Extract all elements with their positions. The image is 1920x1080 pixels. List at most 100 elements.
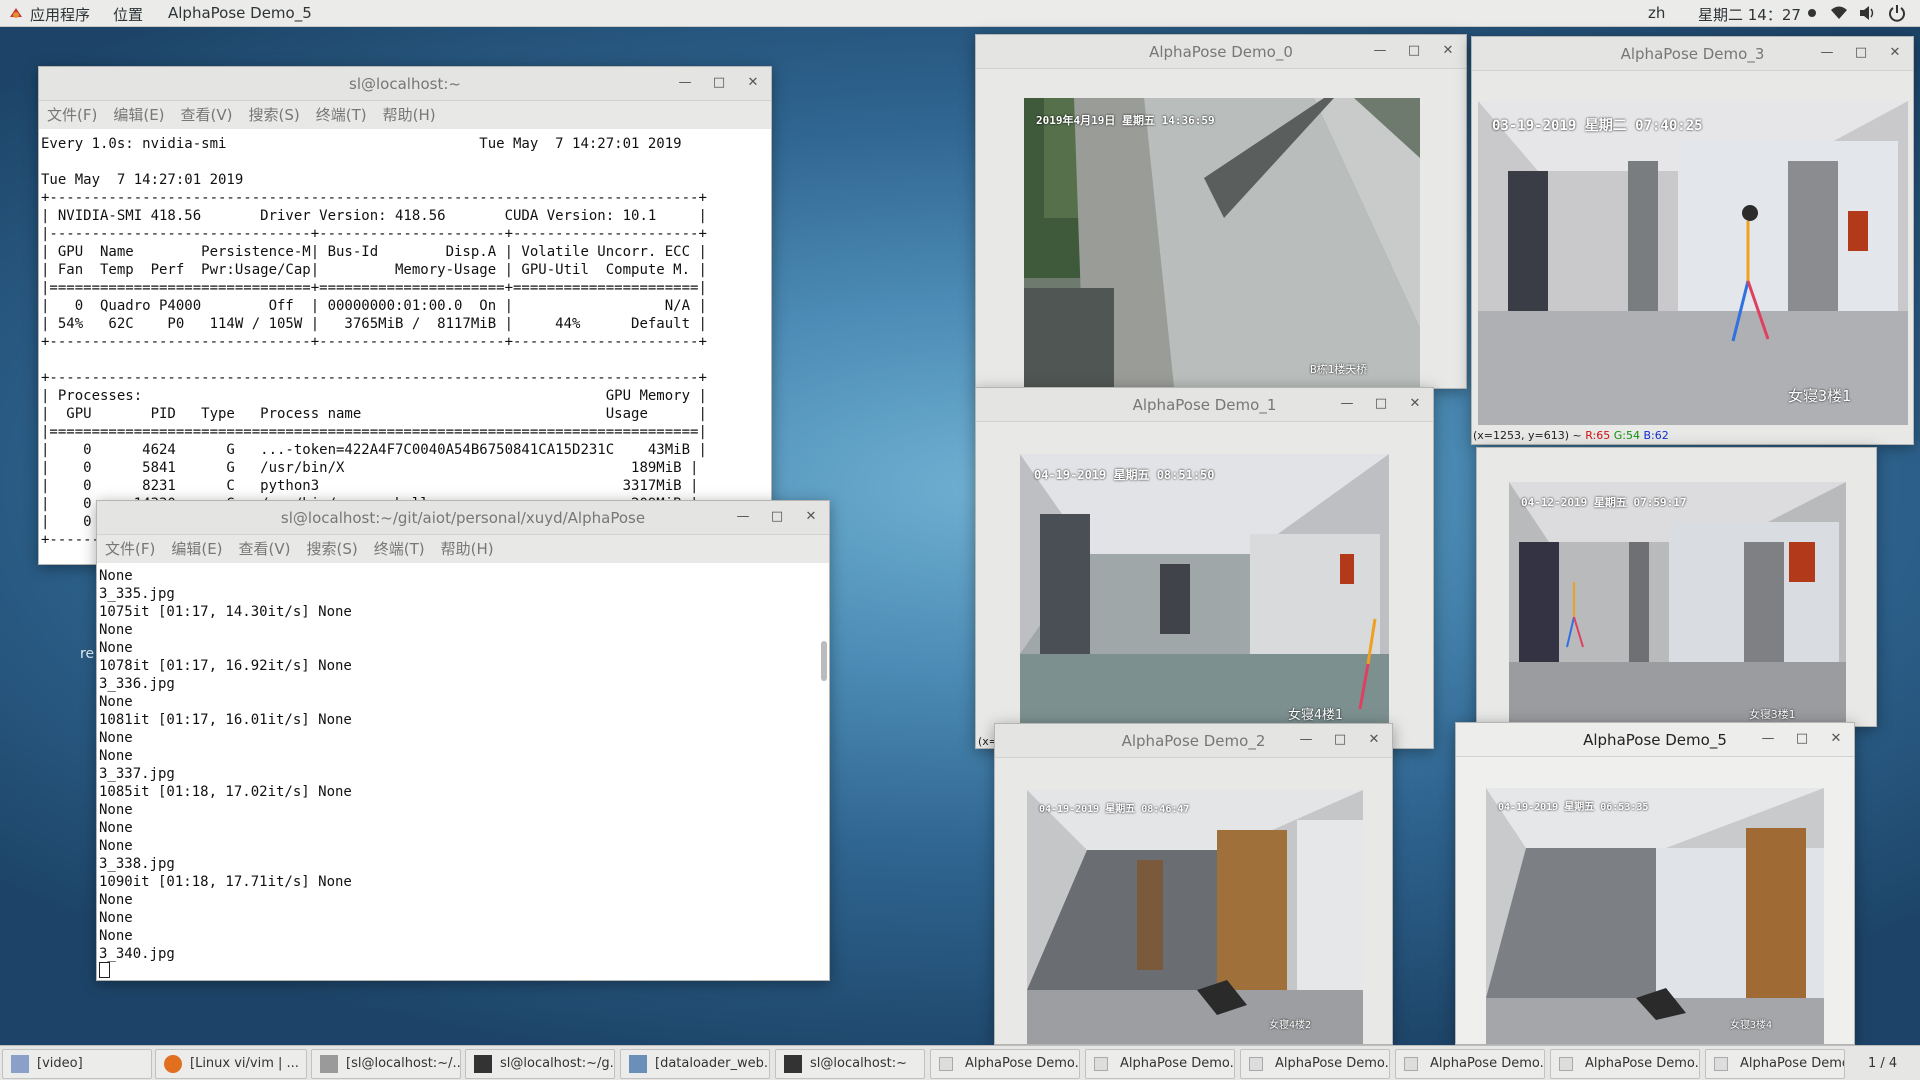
taskbar-item[interactable]: [sl@localhost:~/... xyxy=(311,1049,461,1079)
scrollbar[interactable] xyxy=(821,641,827,681)
workspace-pager[interactable]: 1 / 4 xyxy=(1868,1056,1897,1071)
taskbar-item[interactable]: AlphaPose Demo... xyxy=(930,1049,1080,1079)
maximize-icon[interactable]: □ xyxy=(1851,45,1871,60)
alphapose-demo-3-window[interactable]: AlphaPose Demo_3 — □ ✕ 03-19-2019 星期二 07:4… xyxy=(1471,36,1914,445)
title-bar[interactable]: sl@localhost:~ — □ ✕ xyxy=(39,67,771,101)
camera-timestamp: 04-12-2019 星期五 07:59:17 xyxy=(1521,496,1687,509)
terminal-line: | 0 4624 G ...-token=422A4F7C0040A54B675… xyxy=(41,442,707,458)
terminal-line: None xyxy=(99,748,133,764)
taskbar-item[interactable]: AlphaPose Demo... xyxy=(1240,1049,1390,1079)
alphapose-demo-5-window[interactable]: AlphaPose Demo_5 — □ ✕ 04-19-2019 星期五 06:5… xyxy=(1455,722,1855,1045)
camera-frame: 04-19-2019 星期五 06:53:35 女寝3楼4 xyxy=(1486,788,1824,1044)
terminal-output[interactable]: Every 1.0s: nvidia-smi Tue May 7 14:27:0… xyxy=(39,129,771,564)
menu-item[interactable]: 文件(F) xyxy=(105,540,155,558)
maximize-icon[interactable]: □ xyxy=(1371,396,1391,411)
minimize-icon[interactable]: — xyxy=(675,75,695,90)
menu-item[interactable]: 终端(T) xyxy=(374,540,425,558)
terminal-line: 1081it [01:17, 16.01it/s] None xyxy=(99,712,352,728)
menu-bar: 文件(F) 编辑(E) 查看(V) 搜索(S) 终端(T) 帮助(H) xyxy=(39,101,771,129)
terminal-line: 3_340.jpg xyxy=(99,946,175,962)
maximize-icon[interactable]: □ xyxy=(767,509,787,524)
title-bar[interactable]: sl@localhost:~/git/aiot/personal/xuyd/Al… xyxy=(97,501,829,535)
title-bar[interactable]: AlphaPose Demo_5 — □ ✕ xyxy=(1456,723,1854,757)
input-language[interactable]: zh xyxy=(1648,4,1665,22)
alphapose-demo-1-window[interactable]: AlphaPose Demo_1 — □ ✕ 04-19-2019 星期五 08:5… xyxy=(975,387,1434,749)
title-bar[interactable]: AlphaPose Demo_0 — □ ✕ xyxy=(976,35,1466,69)
apps-icon[interactable] xyxy=(8,5,24,25)
taskbar-item[interactable]: [video] xyxy=(2,1049,152,1079)
alphapose-demo-0-window[interactable]: AlphaPose Demo_0 — □ ✕ 2019年4月19日 星期五 14:3… xyxy=(975,34,1467,389)
terminal-window-alphapose[interactable]: sl@localhost:~/git/aiot/personal/xuyd/Al… xyxy=(96,500,830,981)
title-bar[interactable]: AlphaPose Demo_2 — □ ✕ xyxy=(995,724,1392,758)
minimize-icon[interactable]: — xyxy=(1296,732,1316,747)
taskbar-item-label: AlphaPose Demo... xyxy=(1740,1056,1844,1071)
taskbar-item[interactable]: sl@localhost:~ xyxy=(775,1049,925,1079)
taskbar-item[interactable]: AlphaPose Demo... xyxy=(1550,1049,1700,1079)
alphapose-demo-2-window[interactable]: AlphaPose Demo_2 — □ ✕ 04-19-2019 星期五 08:4… xyxy=(994,723,1393,1045)
active-window-label[interactable]: AlphaPose Demo_5 xyxy=(168,4,312,22)
close-icon[interactable]: ✕ xyxy=(801,509,821,524)
menu-item[interactable]: 编辑(E) xyxy=(171,540,222,558)
minimize-icon[interactable]: — xyxy=(733,509,753,524)
clock[interactable]: 星期二 14：27 xyxy=(1698,4,1801,25)
menu-item[interactable]: 编辑(E) xyxy=(113,106,164,124)
terminal-icon xyxy=(474,1055,492,1073)
menu-item[interactable]: 文件(F) xyxy=(47,106,97,124)
taskbar-item[interactable]: AlphaPose Demo... xyxy=(1395,1049,1545,1079)
power-icon[interactable] xyxy=(1888,4,1906,26)
title-bar[interactable]: AlphaPose Demo_3 — □ ✕ xyxy=(1472,37,1913,71)
window-title: sl@localhost:~ xyxy=(349,75,461,93)
taskbar-item[interactable]: sl@localhost:~/g... xyxy=(465,1049,615,1079)
terminal-line: 3_335.jpg xyxy=(99,586,175,602)
pixel-status-bar: (x=1253, y=613) ~ R:65 G:54 B:62 xyxy=(1473,429,1669,442)
wifi-icon[interactable] xyxy=(1830,5,1848,25)
firefox-icon xyxy=(164,1055,182,1073)
camera-caption: 女寝3楼1 xyxy=(1749,708,1796,721)
close-icon[interactable]: ✕ xyxy=(1826,731,1846,746)
camera-caption: 女寝4楼1 xyxy=(1288,708,1343,723)
taskbar-item[interactable]: [Linux vi/vim | ... xyxy=(155,1049,307,1079)
terminal-line: | GPU Name Persistence-M| Bus-Id Disp.A … xyxy=(41,244,707,260)
desktop-icon-label[interactable]: re xyxy=(80,646,94,662)
terminal-line: | Fan Temp Perf Pwr:Usage/Cap| Memory-Us… xyxy=(41,262,707,278)
applications-menu[interactable]: 应用程序 xyxy=(30,4,90,25)
close-icon[interactable]: ✕ xyxy=(743,75,763,90)
minimize-icon[interactable]: — xyxy=(1758,731,1778,746)
close-icon[interactable]: ✕ xyxy=(1438,43,1458,58)
terminal-line: 1078it [01:17, 16.92it/s] None xyxy=(99,658,352,674)
window-icon xyxy=(1559,1057,1573,1071)
taskbar-item[interactable]: AlphaPose Demo... xyxy=(1705,1049,1845,1079)
terminal-line: None xyxy=(99,820,133,836)
menu-item[interactable]: 帮助(H) xyxy=(383,106,436,124)
maximize-icon[interactable]: □ xyxy=(1330,732,1350,747)
volume-icon[interactable] xyxy=(1858,5,1876,25)
minimize-icon[interactable]: — xyxy=(1337,396,1357,411)
minimize-icon[interactable]: — xyxy=(1817,45,1837,60)
pixel-green-value: G:54 xyxy=(1613,429,1640,442)
close-icon[interactable]: ✕ xyxy=(1885,45,1905,60)
window-title: sl@localhost:~/git/aiot/personal/xuyd/Al… xyxy=(280,509,646,527)
maximize-icon[interactable]: □ xyxy=(709,75,729,90)
close-icon[interactable]: ✕ xyxy=(1364,732,1384,747)
title-bar[interactable]: AlphaPose Demo_1 — □ ✕ xyxy=(976,388,1433,422)
places-menu[interactable]: 位置 xyxy=(113,4,143,25)
terminal-line: | 0 5841 G /usr/bin/X 189MiB | xyxy=(41,460,699,476)
taskbar-item-label: [sl@localhost:~/... xyxy=(346,1056,461,1071)
menu-item[interactable]: 搜索(S) xyxy=(249,106,300,124)
menu-item[interactable]: 帮助(H) xyxy=(441,540,494,558)
menu-item[interactable]: 查看(V) xyxy=(181,106,233,124)
alphapose-demo-4-window[interactable]: 04-12-2019 星期五 07:59:17 女寝3楼1 xyxy=(1476,447,1877,727)
terminal-output[interactable]: None 3_335.jpg 1075it [01:17, 14.30it/s] N… xyxy=(97,563,829,980)
maximize-icon[interactable]: □ xyxy=(1792,731,1812,746)
menu-item[interactable]: 搜索(S) xyxy=(307,540,358,558)
terminal-line: None xyxy=(99,640,133,656)
terminal-window-nvidia[interactable]: sl@localhost:~ — □ ✕ 文件(F) 编辑(E) 查看(V) 搜索(S… xyxy=(38,66,772,565)
menu-item[interactable]: 查看(V) xyxy=(239,540,291,558)
maximize-icon[interactable]: □ xyxy=(1404,43,1424,58)
terminal-line: None xyxy=(99,838,133,854)
minimize-icon[interactable]: — xyxy=(1370,43,1390,58)
close-icon[interactable]: ✕ xyxy=(1405,396,1425,411)
taskbar-item[interactable]: AlphaPose Demo... xyxy=(1085,1049,1235,1079)
taskbar-item[interactable]: [dataloader_web... xyxy=(620,1049,770,1079)
menu-item[interactable]: 终端(T) xyxy=(316,106,367,124)
